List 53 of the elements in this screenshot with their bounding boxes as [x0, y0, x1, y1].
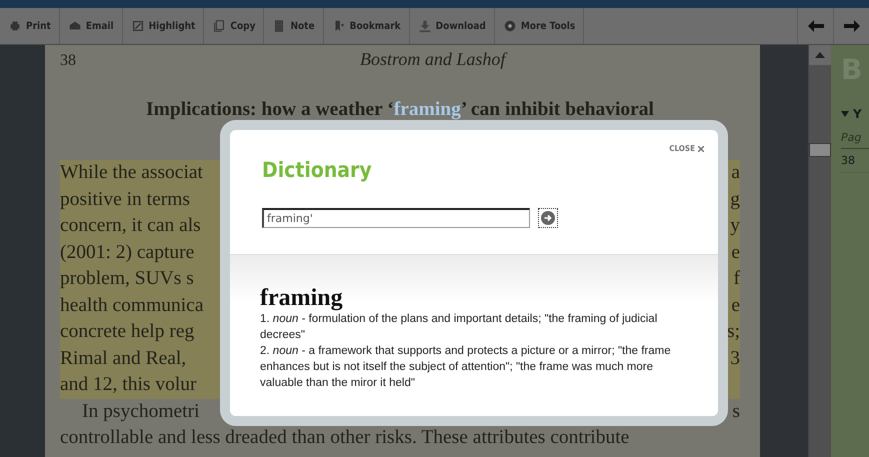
body-text: y	[730, 214, 740, 238]
definition-text: 2. noun - a framework that supports and protects a picture or a mirror; "the frame enhances but is not itself the subject of attention"; "the frame was much more valuable than the miror it held"	[260, 344, 672, 391]
body-text: (2001: 2) capture	[60, 240, 194, 264]
toolbar-button[interactable]: More Tools	[494, 8, 584, 44]
definition-text: 1. noun - formulation of the plans and important details; "the framing of judicial decrees"	[260, 312, 658, 343]
body-text: In psychometri	[82, 400, 200, 424]
headword: framing	[260, 285, 344, 311]
toolbar-button[interactable]: Copy	[204, 8, 264, 44]
body-text: problem, SUVs s	[60, 267, 194, 291]
body-text: concrete help reg	[60, 320, 194, 344]
body-text: 3	[730, 346, 740, 370]
body-text: positive in terms	[60, 188, 190, 212]
column-header: Pag	[841, 131, 869, 149]
body-text: While the associat	[60, 161, 203, 185]
section-heading: Implications: how a weather ‘framing’ can inhibit behavioral	[145, 99, 655, 121]
download-icon	[418, 19, 432, 33]
running-head: Bostrom and Lashof	[360, 49, 506, 70]
body-text: a	[731, 161, 740, 185]
search-field[interactable]: framing'	[262, 208, 530, 228]
scrollbar[interactable]	[808, 45, 831, 457]
toolbar-button[interactable]: Email	[60, 8, 123, 44]
body-text: e	[731, 240, 740, 264]
toolbar-button[interactable]: Download	[410, 8, 495, 44]
dialog-title: Dictionary	[262, 158, 373, 182]
body-text: g	[730, 188, 740, 212]
up-arrow-icon	[815, 52, 825, 58]
body-text: and 12, this volur	[60, 373, 196, 397]
caret-icon	[841, 111, 849, 117]
body-text: s;	[726, 320, 740, 344]
printer-icon	[8, 19, 22, 33]
toolbar-button[interactable]: Print	[0, 8, 60, 44]
close-button[interactable]: CLOSE	[669, 144, 704, 153]
scroll-thumb[interactable]	[809, 143, 831, 157]
body-text: Rimal and Real,	[60, 346, 186, 370]
copy-icon	[212, 19, 226, 33]
body-text: e	[731, 294, 740, 318]
body-text: health communica	[60, 294, 204, 318]
body-text: s	[732, 400, 740, 424]
left-arrow-icon	[806, 19, 824, 33]
highlighter-icon	[130, 19, 145, 33]
close-icon	[698, 146, 704, 152]
toolbar-button[interactable]: Bookmark	[324, 8, 410, 44]
toolbar-button[interactable]: Highlight	[122, 8, 204, 44]
table-cell: 38	[841, 149, 869, 173]
section-toggle[interactable]: Y	[841, 107, 869, 121]
right-arrow-icon	[842, 19, 860, 33]
body-text: concern, it can als	[60, 214, 201, 238]
body-text: f	[734, 267, 740, 291]
body-text: controllable and less dreaded than other risks. These attributes contribute	[60, 426, 630, 450]
toolbar-button[interactable]: Note	[264, 8, 324, 44]
page-number: 38	[60, 52, 77, 70]
go-button[interactable]	[538, 208, 558, 228]
arrow-circle-icon	[541, 211, 555, 225]
